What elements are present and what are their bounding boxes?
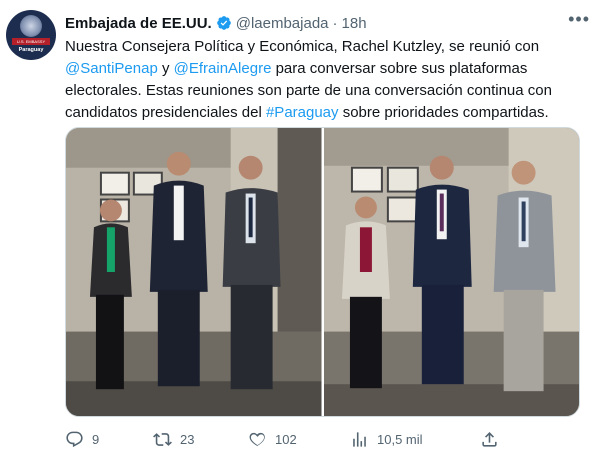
like-button[interactable]: 102 xyxy=(248,430,297,449)
media-grid xyxy=(65,127,580,417)
separator-dot: · xyxy=(332,14,338,32)
tweet-header: Embajada de EE.UU. @laembajada · 18h xyxy=(65,13,580,33)
like-count: 102 xyxy=(275,431,297,447)
tweet-photo-left[interactable] xyxy=(66,128,322,416)
retweet-icon xyxy=(153,432,172,446)
views-button[interactable]: 10,5 mil xyxy=(350,430,423,449)
share-button[interactable] xyxy=(480,430,507,449)
action-bar: 9 23 102 10,5 mil xyxy=(65,428,505,450)
avatar-band: U.S. EMBASSY xyxy=(12,38,50,45)
account-name[interactable]: Embajada de EE.UU. xyxy=(65,15,212,32)
mention-link[interactable]: @EfrainAlegre xyxy=(174,60,272,77)
mention-link[interactable]: @SantiPenap xyxy=(65,60,158,77)
account-handle[interactable]: @laembajada xyxy=(236,15,329,32)
retweet-count: 23 xyxy=(180,431,195,447)
reply-count: 9 xyxy=(92,431,100,447)
tweet-text-part: y xyxy=(157,60,174,77)
tweet-text-part: sobre prioridades compartidas. xyxy=(338,104,549,121)
verified-badge-icon xyxy=(216,16,231,30)
tweet-photo-right[interactable] xyxy=(323,128,579,416)
reply-icon xyxy=(66,431,83,447)
retweet-button[interactable]: 23 xyxy=(153,430,194,449)
views-icon xyxy=(353,431,366,447)
share-icon xyxy=(482,431,497,447)
tweet-text-part: Nuestra Consejera Política y Económica, … xyxy=(65,38,540,55)
avatar[interactable]: U.S. EMBASSY Paraguay xyxy=(6,10,56,60)
tweet-time[interactable]: 18h xyxy=(342,15,367,32)
embassy-seal-icon xyxy=(20,15,42,37)
heart-icon xyxy=(249,432,265,446)
reply-button[interactable]: 9 xyxy=(65,430,99,449)
hashtag-link[interactable]: #Paraguay xyxy=(266,104,339,121)
avatar-label: Paraguay xyxy=(18,47,44,53)
tweet-text: Nuestra Consejera Política y Económica, … xyxy=(65,36,585,124)
more-icon[interactable]: ••• xyxy=(568,10,590,28)
views-count: 10,5 mil xyxy=(377,431,423,447)
